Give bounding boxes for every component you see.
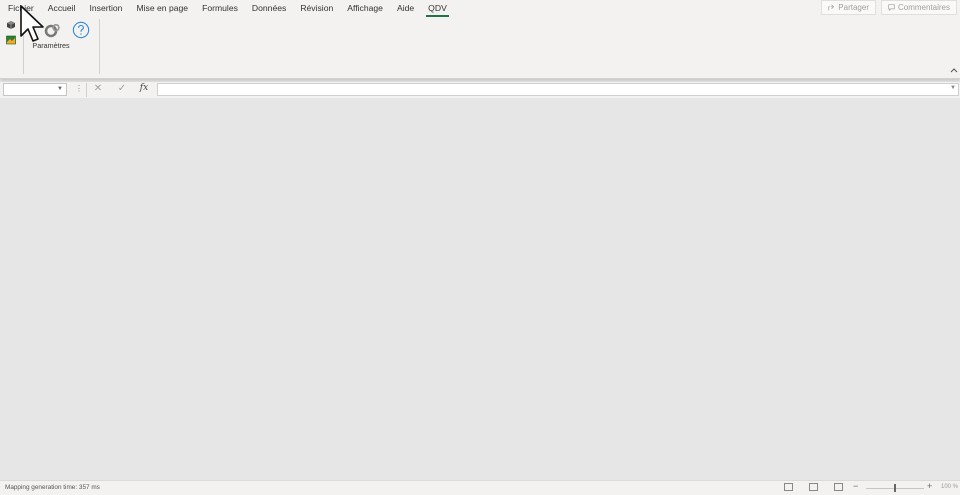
page-layout-view-icon[interactable] <box>809 483 818 491</box>
page-break-view-icon[interactable] <box>834 483 843 491</box>
top-right-actions: Partager Commentaires <box>821 0 957 15</box>
comments-button[interactable]: Commentaires <box>880 0 957 15</box>
chart-image-icon[interactable] <box>6 35 16 45</box>
mouse-cursor-icon <box>20 5 44 42</box>
share-button[interactable]: Partager <box>821 0 876 15</box>
group-separator <box>99 19 100 74</box>
more-options-icon[interactable]: ⋮ <box>75 84 83 93</box>
comment-icon <box>888 4 895 11</box>
ribbon-tabs: Fichier Accueil Insertion Mise en page F… <box>0 0 454 17</box>
question-circle-icon[interactable] <box>72 21 90 39</box>
small-icon-column <box>6 20 20 50</box>
tab-formules[interactable]: Formules <box>195 0 245 16</box>
zoom-in-button[interactable]: + <box>927 481 932 491</box>
ribbon: Fichier Accueil Insertion Mise en page F… <box>0 0 960 79</box>
status-text: Mapping generation time: 357 ms <box>5 484 100 491</box>
cube-icon[interactable] <box>6 20 16 30</box>
chevron-up-icon <box>950 68 958 73</box>
tab-revision[interactable]: Révision <box>293 0 340 16</box>
share-icon <box>828 4 835 11</box>
tab-aide[interactable]: Aide <box>390 0 421 16</box>
formula-input[interactable]: ▼ <box>157 83 959 96</box>
name-box[interactable]: ▼ <box>3 83 67 96</box>
tab-qdv[interactable]: QDV <box>421 0 454 17</box>
cancel-icon[interactable]: ✕ <box>92 83 104 94</box>
tab-insertion[interactable]: Insertion <box>83 0 130 16</box>
share-label: Partager <box>838 3 869 12</box>
zoom-level[interactable]: 100 % <box>941 484 958 490</box>
formula-bar-separator <box>86 83 87 97</box>
expand-formula-icon[interactable]: ▼ <box>950 85 956 91</box>
chevron-down-icon[interactable]: ▼ <box>57 86 63 92</box>
comments-label: Commentaires <box>897 3 950 12</box>
tab-mise-en-page[interactable]: Mise en page <box>129 0 195 16</box>
tab-donnees[interactable]: Données <box>245 0 293 16</box>
ribbon-body: Paramètres <box>0 17 960 75</box>
normal-view-icon[interactable] <box>784 483 793 491</box>
zoom-out-button[interactable]: − <box>853 481 858 491</box>
collapse-ribbon-button[interactable] <box>950 66 958 75</box>
enter-icon[interactable]: ✓ <box>116 83 128 94</box>
insert-function-button[interactable]: fx <box>138 83 150 93</box>
formula-bar: ▼ ⋮ ✕ ✓ fx ▼ <box>0 82 960 98</box>
status-bar: Mapping generation time: 357 ms − + 100 … <box>0 480 960 495</box>
tab-accueil[interactable]: Accueil <box>41 0 83 16</box>
zoom-slider-thumb[interactable] <box>894 484 896 492</box>
empty-workspace <box>0 99 960 479</box>
tab-affichage[interactable]: Affichage <box>340 0 390 16</box>
